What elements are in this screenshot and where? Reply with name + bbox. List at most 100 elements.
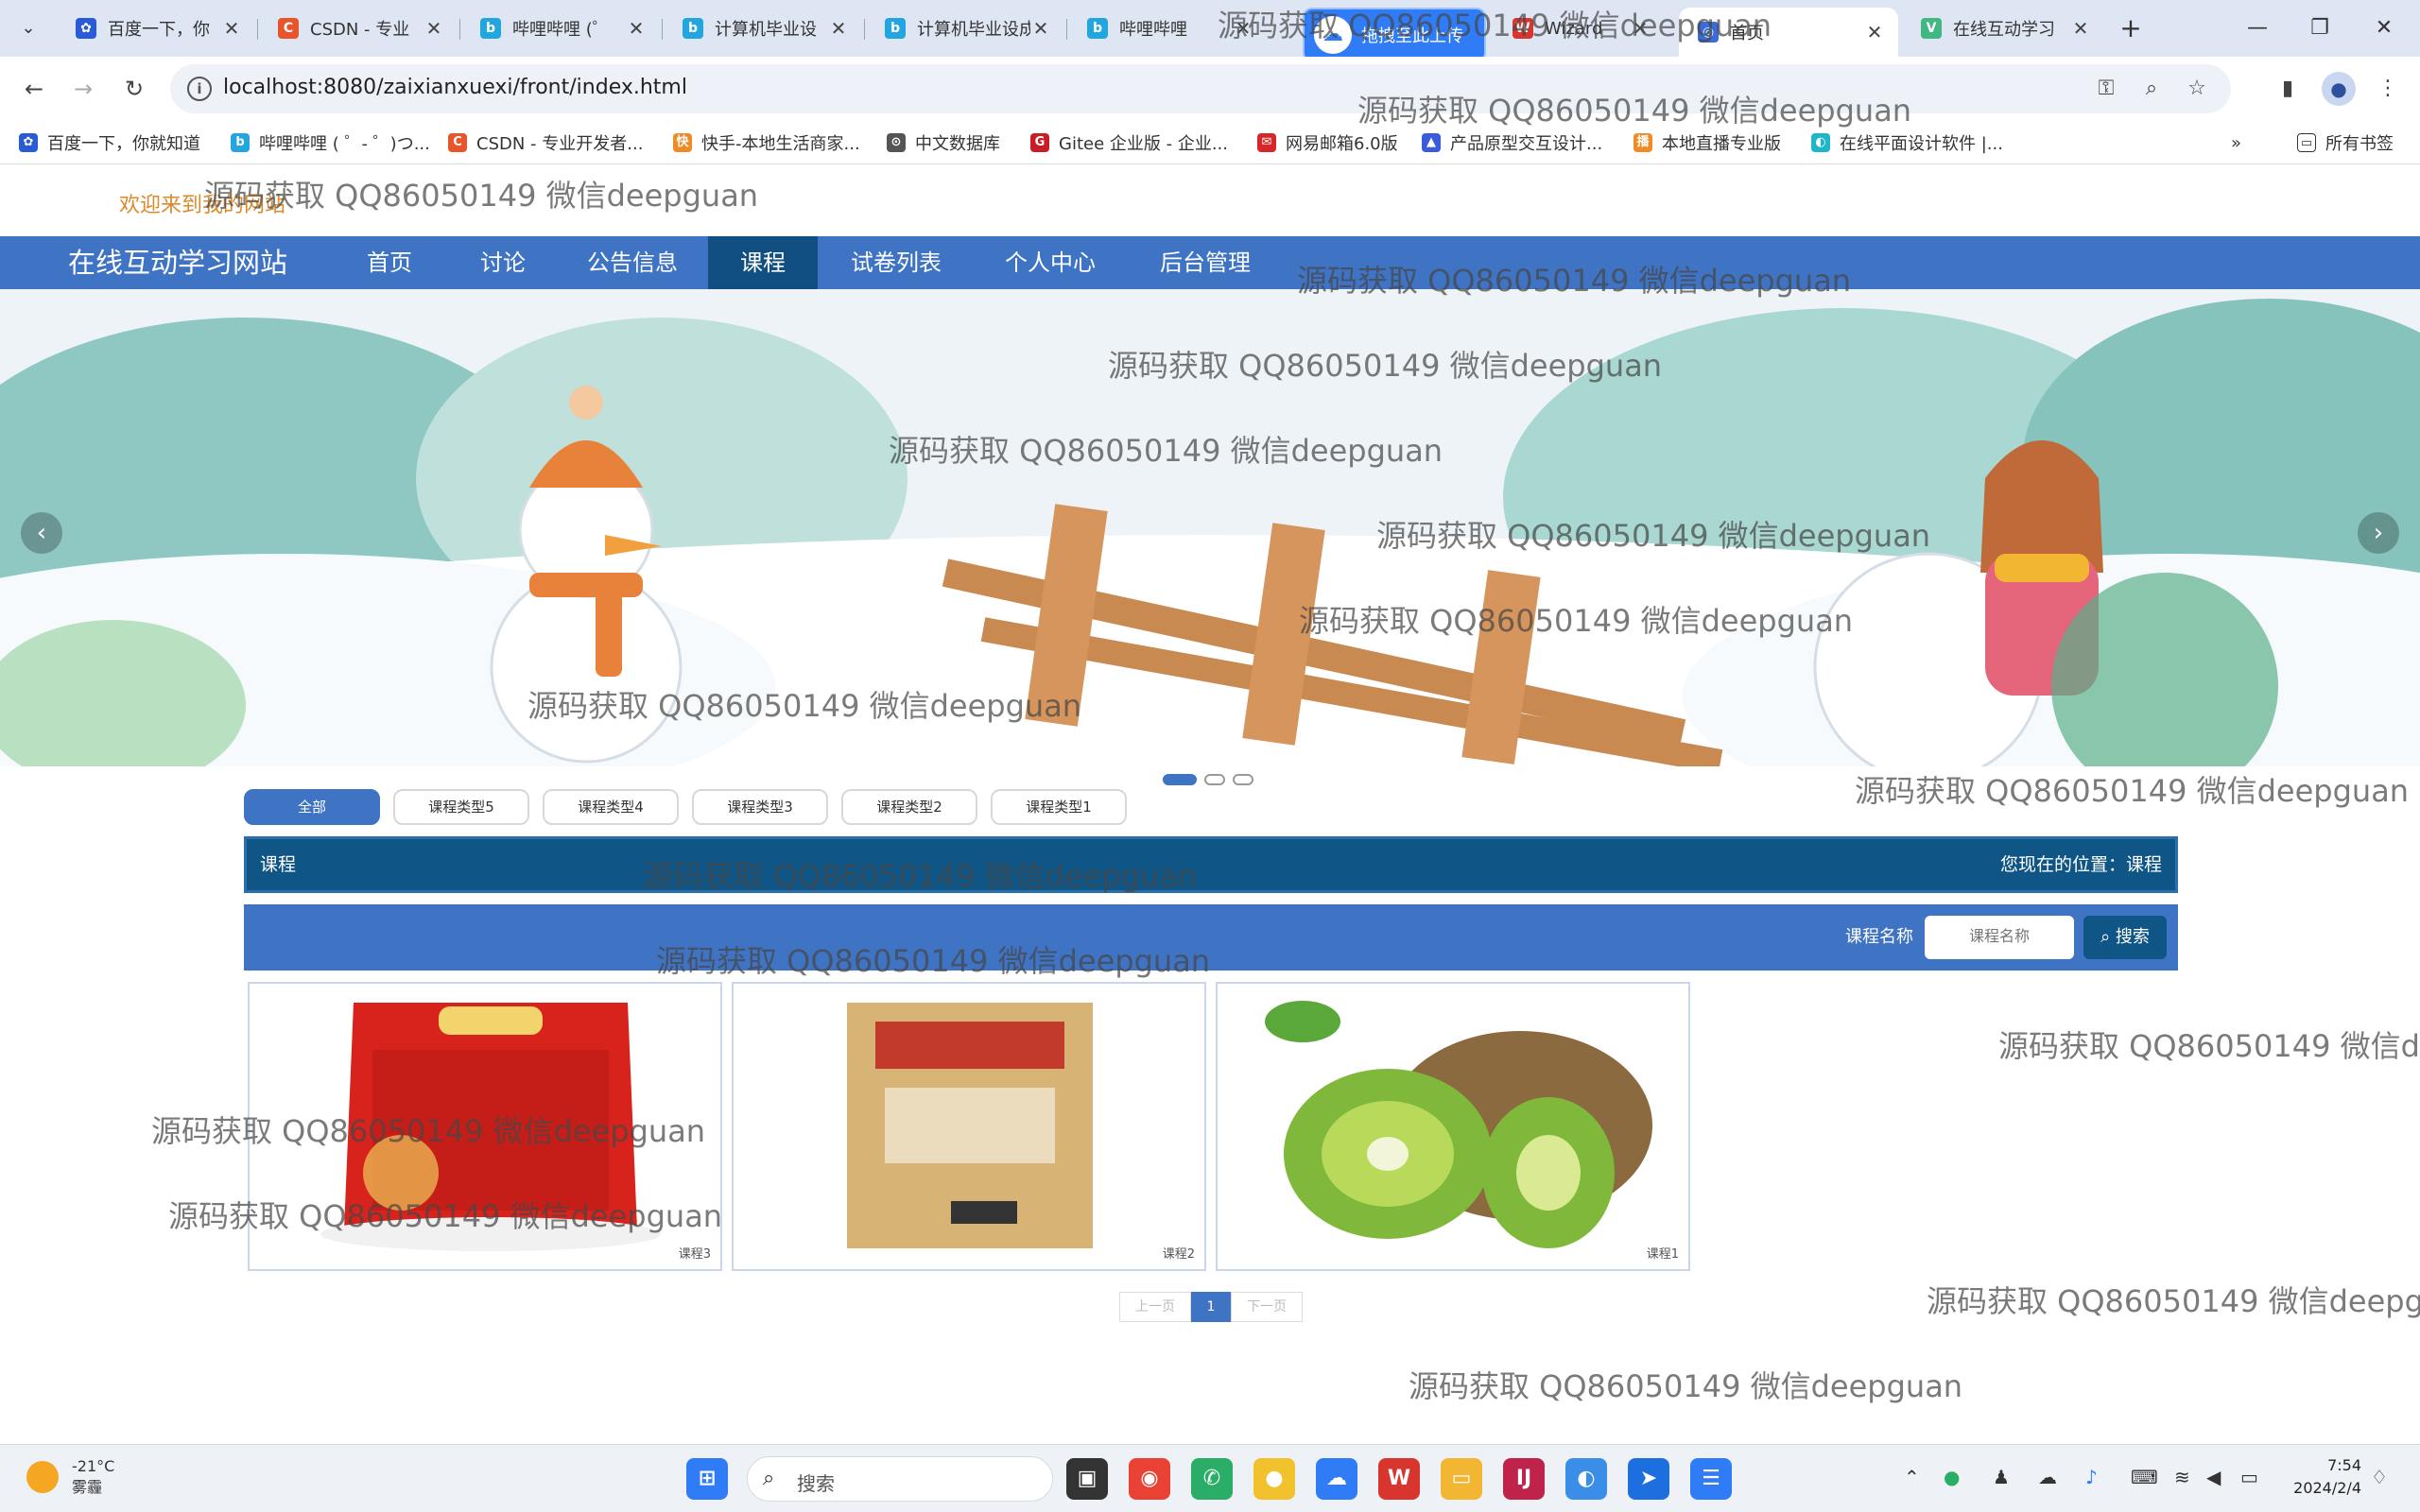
- filter-type-4[interactable]: 课程类型4: [543, 789, 679, 825]
- close-tab-icon[interactable]: ✕: [424, 17, 444, 40]
- filter-type-1[interactable]: 课程类型1: [991, 789, 1127, 825]
- bookmark-item[interactable]: b 哔哩哔哩 ( ゜- ゜)つ...: [231, 129, 430, 157]
- browser-tab[interactable]: ✿ 百度一下，你 ✕: [57, 8, 255, 49]
- close-tab-icon[interactable]: ✕: [2070, 17, 2091, 40]
- bookmark-item[interactable]: 快快手-本地生活商家...: [673, 129, 860, 157]
- browser-tab[interactable]: b 计算机毕业设成 ✕: [866, 8, 1064, 49]
- profile-avatar[interactable]: ●: [2322, 72, 2356, 106]
- restore-icon[interactable]: ❐: [2301, 9, 2339, 47]
- carousel-next-icon[interactable]: ›: [2358, 512, 2399, 554]
- bookmark-item[interactable]: 播本地直播专业版: [1634, 129, 1781, 157]
- nav-home[interactable]: 首页: [342, 236, 437, 289]
- bookmark-item[interactable]: C CSDN - 专业开发者...: [448, 129, 643, 157]
- bookmark-item[interactable]: G Gitee 企业版 - 企业...: [1030, 129, 1228, 157]
- browser-menu-icon[interactable]: ⋮: [2369, 70, 2407, 108]
- chrome-icon[interactable]: ◉: [1129, 1458, 1170, 1500]
- nav-personal-center[interactable]: 个人中心: [979, 236, 1121, 289]
- close-tab-icon[interactable]: ✕: [1630, 17, 1651, 40]
- site-title[interactable]: 在线互动学习网站: [68, 236, 287, 289]
- page-number[interactable]: 1: [1191, 1292, 1231, 1322]
- side-panel-icon[interactable]: ▮: [2269, 70, 2307, 108]
- close-tab-icon[interactable]: ✕: [221, 17, 242, 40]
- volume-icon[interactable]: ◀: [2206, 1466, 2221, 1488]
- file-explorer-icon[interactable]: ▭: [1441, 1458, 1482, 1500]
- bookmark-star-icon[interactable]: ☆: [2180, 72, 2214, 106]
- carousel-prev-icon[interactable]: ‹: [21, 512, 62, 554]
- browser-tab[interactable]: b 计算机毕业设 ✕: [664, 8, 862, 49]
- wps-icon[interactable]: W: [1378, 1458, 1420, 1500]
- carousel-dot[interactable]: [1233, 774, 1253, 785]
- nav-courses[interactable]: 课程: [708, 236, 818, 289]
- carousel-dot[interactable]: [1204, 774, 1225, 785]
- bookmark-item[interactable]: ▲ 产品原型交互设计...: [1422, 129, 1602, 157]
- carousel-banner[interactable]: ‹ ›: [0, 289, 2420, 766]
- close-window-icon[interactable]: ✕: [2365, 9, 2403, 47]
- taskbar-search[interactable]: ⌕ 搜索: [747, 1456, 1053, 1502]
- close-tab-icon[interactable]: ✕: [828, 17, 849, 40]
- site-info-icon[interactable]: i: [187, 77, 212, 101]
- microphone-icon[interactable]: ♪: [2085, 1466, 2098, 1488]
- filter-all[interactable]: 全部: [244, 789, 380, 825]
- course-name-input[interactable]: [1925, 916, 2074, 959]
- system-clock[interactable]: 7:54 2024/2/4: [2286, 1454, 2361, 1500]
- bookmarks-overflow-icon[interactable]: »: [2231, 129, 2241, 157]
- filter-type-2[interactable]: 课程类型2: [841, 789, 977, 825]
- upload-drop-badge[interactable]: ☁ 拖拽至此上传: [1303, 8, 1486, 62]
- bookmark-item[interactable]: ✉ 网易邮箱6.0版: [1257, 129, 1398, 157]
- task-view-icon[interactable]: ▣: [1066, 1458, 1108, 1500]
- notification-bell-icon[interactable]: ♢: [2371, 1466, 2388, 1488]
- next-page[interactable]: 下一页: [1231, 1292, 1303, 1322]
- battery-icon[interactable]: ▭: [2240, 1466, 2258, 1488]
- reload-icon[interactable]: ↻: [115, 70, 153, 108]
- course-card[interactable]: 课程2: [732, 982, 1206, 1271]
- new-tab-icon[interactable]: +: [2114, 11, 2148, 45]
- address-bar[interactable]: i localhost:8080/zaixianxuexi/front/inde…: [170, 64, 2231, 113]
- close-tab-icon[interactable]: ✕: [1233, 17, 1253, 40]
- feishu-icon[interactable]: ➤: [1628, 1458, 1669, 1500]
- app-icon[interactable]: ●: [1253, 1458, 1295, 1500]
- browser-app-icon[interactable]: ◐: [1565, 1458, 1607, 1500]
- course-card[interactable]: 课程3: [248, 982, 722, 1271]
- notepad-icon[interactable]: ☰: [1690, 1458, 1732, 1500]
- all-bookmarks[interactable]: ▭ 所有书签: [2297, 129, 2394, 157]
- close-tab-icon[interactable]: ✕: [1030, 17, 1051, 40]
- carousel-dot[interactable]: [1163, 774, 1197, 785]
- prev-page[interactable]: 上一页: [1119, 1292, 1191, 1322]
- tray-cloud-icon[interactable]: ☁: [2038, 1466, 2057, 1488]
- bookmark-item[interactable]: ◐ 在线平面设计软件 |...: [1811, 129, 2003, 157]
- nav-admin[interactable]: 后台管理: [1134, 236, 1276, 289]
- search-button[interactable]: ⌕ 搜索: [2083, 916, 2167, 959]
- tray-overflow-icon[interactable]: ⌃: [1904, 1466, 1920, 1488]
- bookmark-item[interactable]: ✿ 百度一下，你就知道: [19, 129, 200, 157]
- start-menu-icon[interactable]: ⊞: [686, 1458, 728, 1500]
- tray-wechat-icon[interactable]: ●: [1944, 1466, 1960, 1488]
- netdisk-icon[interactable]: ☁: [1316, 1458, 1357, 1500]
- browser-tab[interactable]: b 哔哩哔哩 (゜ ✕: [461, 8, 660, 49]
- wechat-icon[interactable]: ✆: [1191, 1458, 1233, 1500]
- bookmark-item[interactable]: ⊙ 中文数据库: [887, 129, 1000, 157]
- course-card[interactable]: 课程1: [1216, 982, 1690, 1271]
- browser-tab[interactable]: V 在线互动学习 ✕: [1902, 8, 2104, 49]
- input-method-icon[interactable]: ⌨: [2131, 1466, 2158, 1488]
- nav-discussion[interactable]: 讨论: [456, 236, 550, 289]
- browser-tab[interactable]: b 哔哩哔哩 ✕: [1068, 8, 1267, 49]
- browser-tab[interactable]: W Wizard ✕: [1494, 8, 1664, 49]
- filter-type-3[interactable]: 课程类型3: [692, 789, 828, 825]
- weather-widget[interactable]: -21°C 雾霾: [26, 1456, 114, 1498]
- back-icon[interactable]: ←: [15, 70, 53, 108]
- minimize-icon[interactable]: —: [2238, 9, 2276, 47]
- filter-type-5[interactable]: 课程类型5: [393, 789, 529, 825]
- nav-announcements[interactable]: 公告信息: [571, 236, 694, 289]
- password-key-icon[interactable]: ⚿: [2089, 72, 2123, 106]
- tray-qq-icon[interactable]: ♟: [1993, 1466, 2010, 1488]
- wifi-icon[interactable]: ≋: [2174, 1466, 2190, 1488]
- tab-search-icon[interactable]: ⌄: [13, 13, 43, 43]
- close-tab-icon[interactable]: ✕: [1864, 21, 1885, 43]
- browser-tab-active[interactable]: ◎ 首页 ✕: [1679, 8, 1898, 57]
- zoom-icon[interactable]: ⌕: [2135, 72, 2169, 106]
- nav-exam-list[interactable]: 试卷列表: [832, 236, 960, 289]
- intellij-icon[interactable]: IJ: [1503, 1458, 1545, 1500]
- browser-tab[interactable]: C CSDN - 专业 ✕: [259, 8, 458, 49]
- forward-icon[interactable]: →: [64, 70, 102, 108]
- close-tab-icon[interactable]: ✕: [626, 17, 647, 40]
